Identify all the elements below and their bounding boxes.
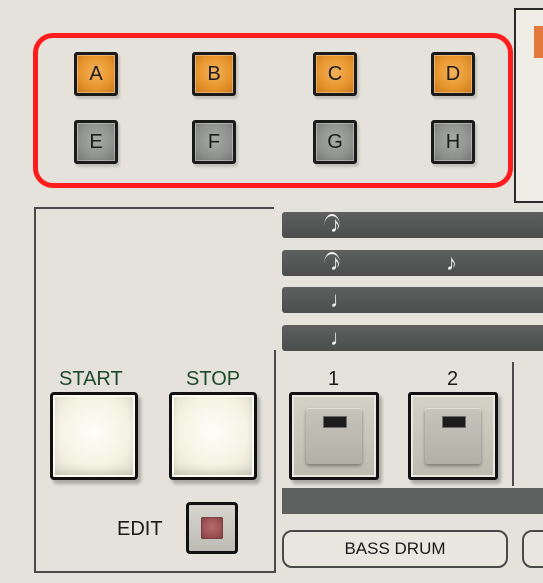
panel-divider xyxy=(274,350,276,573)
pattern-button-h[interactable]: H xyxy=(431,120,475,164)
step-key xyxy=(425,408,481,464)
edit-led xyxy=(201,517,223,539)
pattern-button-label: D xyxy=(445,62,461,85)
quarter-note-icon: ♩ xyxy=(330,325,352,350)
start-button[interactable] xyxy=(50,392,138,480)
pattern-button-label: H xyxy=(445,130,461,153)
step-number-1: 1 xyxy=(328,368,340,390)
display-accent xyxy=(534,26,543,58)
eighth-note-icon: ♪ xyxy=(446,250,457,275)
eighth-note-icon: ♪ xyxy=(330,250,341,275)
step-led xyxy=(442,416,466,428)
pattern-button-a[interactable]: A xyxy=(74,52,118,96)
pattern-button-label: A xyxy=(89,62,103,85)
step-led xyxy=(323,416,347,428)
step-button-2[interactable] xyxy=(408,392,498,480)
tempo-row-3: ♩ xyxy=(282,287,543,313)
pattern-button-label: G xyxy=(327,130,343,153)
stop-label: STOP xyxy=(186,368,241,390)
instrument-label: BASS DRUM xyxy=(344,539,446,558)
quarter-note-icon: ♩ xyxy=(330,287,352,312)
instrument-tab-bass-drum[interactable]: BASS DRUM xyxy=(282,530,508,568)
step-group-divider xyxy=(512,362,514,486)
pattern-button-c[interactable]: C xyxy=(313,52,357,96)
pattern-button-e[interactable]: E xyxy=(74,120,118,164)
tempo-row-4: ♩ xyxy=(282,325,543,351)
step-number-2: 2 xyxy=(447,368,459,390)
start-label: START xyxy=(59,368,123,390)
stop-button[interactable] xyxy=(169,392,257,480)
step-button-1[interactable] xyxy=(289,392,379,480)
pattern-button-d[interactable]: D xyxy=(431,52,475,96)
eighth-note-icon: ♪ xyxy=(330,212,341,237)
edit-label: EDIT xyxy=(117,518,163,540)
pattern-button-b[interactable]: B xyxy=(192,52,236,96)
pattern-button-label: B xyxy=(207,62,221,85)
instrument-tab-next[interactable] xyxy=(522,530,543,568)
edit-button[interactable] xyxy=(186,502,238,554)
pattern-button-f[interactable]: F xyxy=(192,120,236,164)
pattern-button-label: E xyxy=(89,130,103,153)
pattern-button-g[interactable]: G xyxy=(313,120,357,164)
step-accent-strip xyxy=(282,488,543,514)
tempo-row-2: ♪ ♪ xyxy=(282,250,543,276)
step-key xyxy=(306,408,362,464)
pattern-button-label: C xyxy=(327,62,343,85)
tempo-row-1: ♪ xyxy=(282,212,543,238)
pattern-button-label: F xyxy=(207,130,221,153)
